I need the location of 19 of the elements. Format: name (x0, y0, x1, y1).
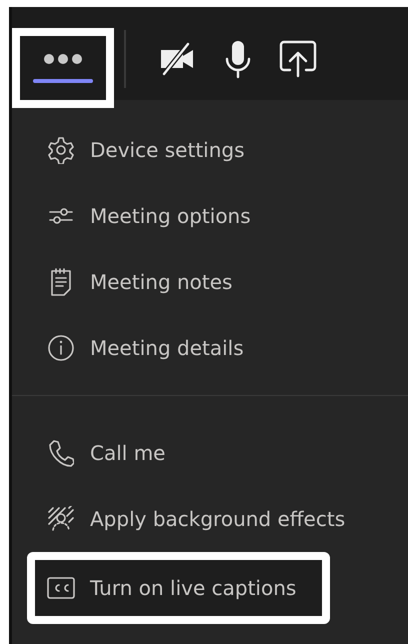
menu-item[interactable]: Meeting options (12, 183, 408, 249)
more-options-button[interactable] (12, 28, 114, 108)
info-icon (47, 334, 75, 362)
more-options-icon (43, 53, 83, 65)
menu-item[interactable]: Apply background effects (12, 486, 408, 552)
microphone-icon (223, 39, 253, 79)
menu-item[interactable]: Device settings (12, 117, 408, 183)
closed-captions-icon (46, 576, 76, 600)
selected-indicator (33, 79, 93, 83)
menu-item[interactable]: Meeting notes (12, 249, 408, 315)
share-screen-icon (278, 40, 318, 78)
gear-icon (47, 136, 75, 164)
notepad-icon (49, 267, 73, 297)
menu-item[interactable]: Meeting details (12, 315, 408, 381)
menu-item[interactable]: Turn on live captions (27, 552, 330, 624)
phone-icon (48, 439, 74, 467)
background-effects-icon (47, 506, 75, 532)
sliders-icon (48, 206, 74, 226)
menu-item[interactable]: Call me (12, 420, 408, 486)
